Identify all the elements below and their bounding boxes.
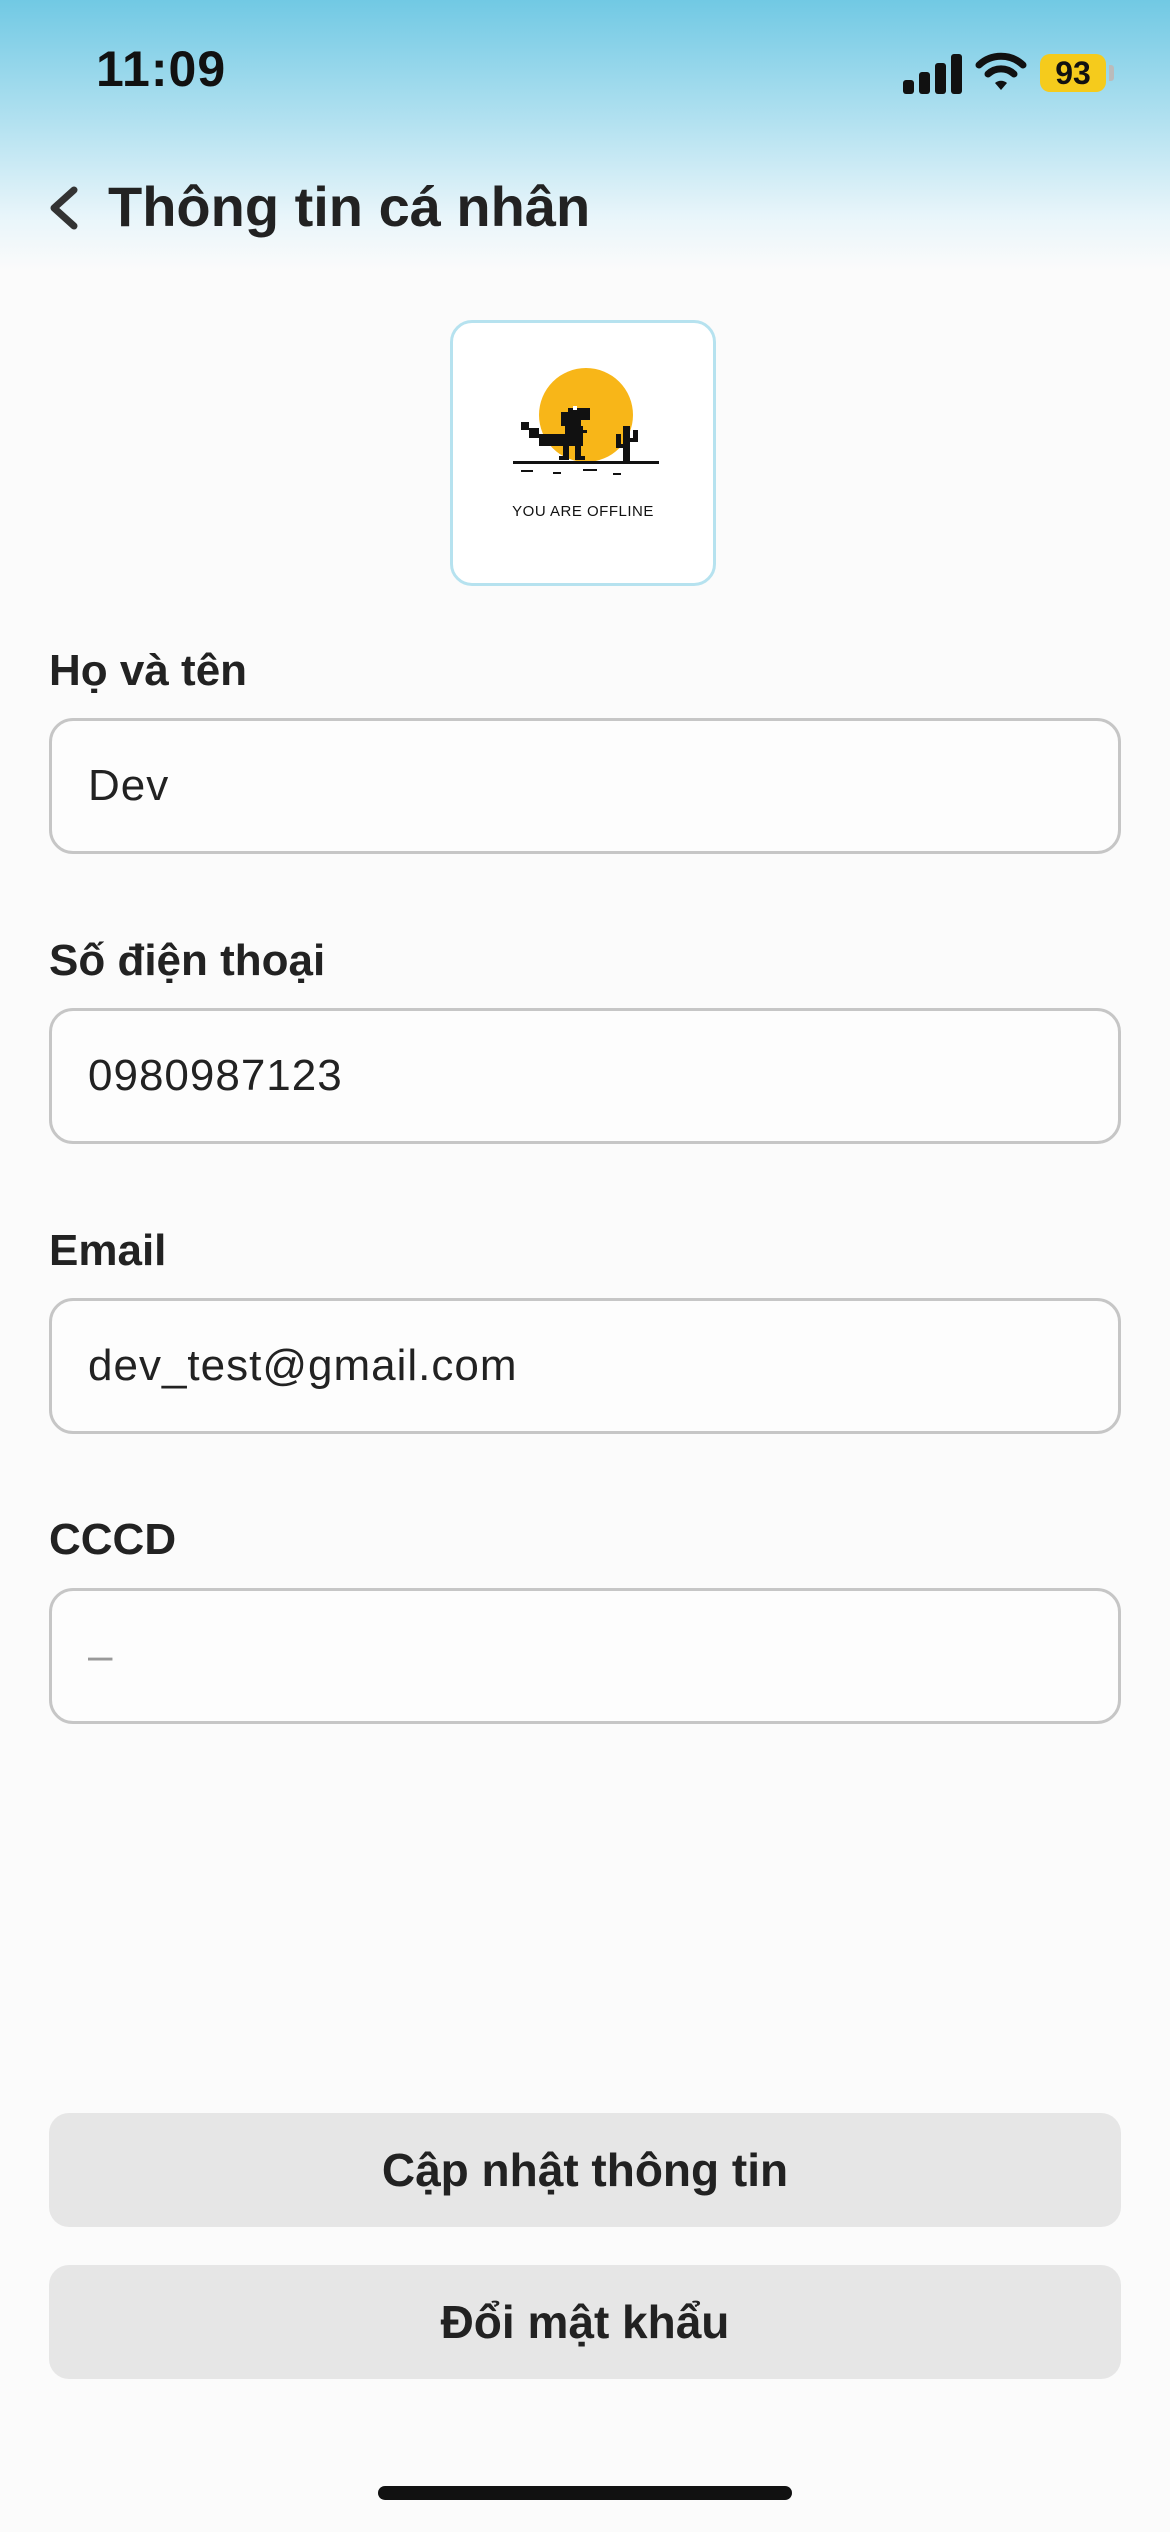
offline-caption: YOU ARE OFFLINE bbox=[512, 503, 654, 520]
email-field[interactable]: dev_test@gmail.com bbox=[49, 1298, 1121, 1434]
back-button[interactable] bbox=[40, 172, 90, 242]
battery-icon: 93 bbox=[1040, 54, 1106, 92]
home-indicator bbox=[378, 2486, 792, 2500]
battery-tip bbox=[1109, 65, 1114, 81]
cellular-signal-icon bbox=[903, 52, 963, 94]
update-info-button[interactable]: Cập nhật thông tin bbox=[49, 2113, 1121, 2227]
phone-label: Số điện thoại bbox=[49, 936, 326, 985]
offline-dino-image bbox=[513, 368, 659, 475]
avatar[interactable]: YOU ARE OFFLINE bbox=[450, 320, 716, 586]
profile-screen: 11:09 93 Thông tin cá nhân YOU ARE OFFLI… bbox=[0, 0, 1170, 2532]
status-time: 11:09 bbox=[96, 41, 227, 97]
ground-line bbox=[513, 461, 659, 475]
page-title: Thông tin cá nhân bbox=[108, 175, 591, 238]
fullname-label: Họ và tên bbox=[49, 646, 248, 695]
chevron-left-icon bbox=[50, 186, 78, 230]
cccd-label: CCCD bbox=[49, 1515, 177, 1564]
email-label: Email bbox=[49, 1226, 167, 1275]
cccd-field[interactable]: – bbox=[49, 1588, 1121, 1724]
phone-field[interactable]: 0980987123 bbox=[49, 1008, 1121, 1144]
fullname-field[interactable]: Dev bbox=[49, 718, 1121, 854]
wifi-icon bbox=[975, 52, 1027, 90]
change-password-button[interactable]: Đổi mật khẩu bbox=[49, 2265, 1121, 2379]
